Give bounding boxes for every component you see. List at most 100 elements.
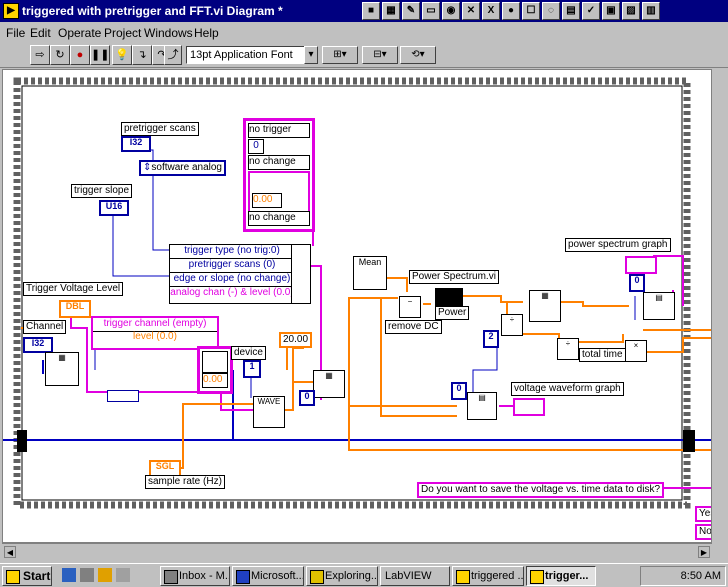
step-into-icon[interactable]: ↴ <box>132 45 152 65</box>
edit-icon[interactable]: ▤ <box>562 2 580 20</box>
device-constant[interactable]: 1 <box>243 360 261 378</box>
trigger-slope-terminal[interactable]: U16 <box>99 200 129 216</box>
clock-time: 8:50 AM <box>680 570 721 582</box>
ring-constant[interactable] <box>107 390 139 402</box>
build-array-node-2[interactable]: ▦ <box>529 290 561 322</box>
bundle-node-3[interactable]: ▤ <box>467 392 497 420</box>
start-button[interactable]: Start <box>2 566 52 586</box>
folder-icon[interactable]: ▭ <box>422 2 440 20</box>
level-indicator[interactable]: 0.00 <box>197 346 233 394</box>
pause-icon[interactable]: ❚❚ <box>90 45 110 65</box>
task-trigger-active[interactable]: trigger... <box>526 566 596 586</box>
abort-icon[interactable]: ● <box>70 45 90 65</box>
save-question-string[interactable]: Do you want to save the voltage vs. time… <box>417 482 665 498</box>
shift-register-left[interactable] <box>17 430 27 452</box>
task-microsoft-label: Microsoft... <box>251 570 304 582</box>
font-dropdown-arrow-icon[interactable]: ▾ <box>304 46 318 64</box>
scroll-right-arrow-icon[interactable]: ▶ <box>698 546 710 558</box>
app-icon-1[interactable]: ■ <box>362 2 380 20</box>
bundle-node[interactable] <box>291 244 311 304</box>
divide-node[interactable]: ÷ <box>501 314 523 336</box>
outlook-icon[interactable] <box>80 568 94 582</box>
yes-constant[interactable]: Yes <box>695 506 711 522</box>
x-icon[interactable]: ✕ <box>462 2 480 20</box>
task-inbox[interactable]: Inbox - M... <box>160 566 230 586</box>
menu-bar: File Edit Operate Project Windows Help <box>0 22 728 42</box>
word-icon <box>236 570 250 584</box>
trigger-slope-label: trigger slope <box>71 184 133 198</box>
task-trigger-label: trigger... <box>545 570 589 582</box>
trigger-voltage-level-terminal[interactable]: DBL <box>59 300 91 318</box>
app-icon-3[interactable]: ✎ <box>402 2 420 20</box>
zero-constant-2[interactable]: 0 <box>629 274 645 292</box>
trigger-row-type: trigger type (no trig:0) <box>170 245 294 259</box>
globe-icon[interactable]: ◌ <box>542 2 560 20</box>
check-icon[interactable]: ✓ <box>582 2 600 20</box>
task-exploring[interactable]: Exploring... <box>306 566 378 586</box>
two-constant[interactable]: 2 <box>483 330 499 348</box>
excel-icon[interactable]: X <box>482 2 500 20</box>
doc-icon[interactable]: ☐ <box>522 2 540 20</box>
divide-node-2[interactable]: ÷ <box>557 338 579 360</box>
horizontal-scrollbar[interactable]: ◀ ▶ <box>2 543 712 559</box>
reorder-dropdown[interactable]: ⟲▾ <box>400 46 436 64</box>
ai-waveform-scan-node[interactable]: WAVE <box>253 396 285 428</box>
multiply-node[interactable]: × <box>625 340 647 362</box>
menu-operate[interactable]: Operate <box>58 26 101 40</box>
shift-register-right[interactable] <box>683 430 695 452</box>
menu-edit[interactable]: Edit <box>30 26 51 40</box>
menu-help[interactable]: Help <box>194 26 219 40</box>
grid-icon[interactable]: ▥ <box>642 2 660 20</box>
channel-cluster[interactable]: trigger channel (empty) level (0.0) <box>91 316 219 350</box>
menu-project[interactable]: Project <box>104 26 141 40</box>
channel-icon[interactable] <box>116 568 130 582</box>
system-tray-clock[interactable]: 8:50 AM <box>640 566 726 586</box>
channel-terminal[interactable]: I32 <box>23 337 53 353</box>
run-arrow-icon[interactable]: ⇨ <box>30 45 50 65</box>
subtract-node[interactable]: − <box>399 296 421 318</box>
align-dropdown[interactable]: ⊞▾ <box>322 46 358 64</box>
remove-dc-label: remove DC <box>385 320 442 334</box>
power-spectrum-graph-label: power spectrum graph <box>565 238 671 252</box>
desktop-icon[interactable] <box>98 568 112 582</box>
channel-subvi-icon[interactable]: ▦ <box>45 352 79 386</box>
pretrigger-scans-label: pretrigger scans <box>121 122 199 136</box>
level-indicator-box <box>202 351 228 373</box>
bundle-node-2[interactable]: ▤ <box>643 292 675 320</box>
task-triggered-label: triggered ... <box>471 570 524 582</box>
font-select[interactable]: 13pt Application Font <box>186 46 318 64</box>
software-analog-constant[interactable]: ⇕software analog <box>139 160 226 176</box>
trigger-cluster[interactable]: trigger type (no trig:0) pretrigger scan… <box>169 244 295 304</box>
scroll-left-arrow-icon[interactable]: ◀ <box>4 546 16 558</box>
task-triggered[interactable]: triggered ... <box>452 566 524 586</box>
circle-icon[interactable]: ● <box>502 2 520 20</box>
ie-icon[interactable] <box>62 568 76 582</box>
title-bar: ▶ triggered with pretrigger and FFT.vi D… <box>0 0 728 22</box>
mean-vi[interactable]: Mean <box>353 256 387 290</box>
power-spectrum-graph-terminal[interactable] <box>625 256 657 274</box>
zero-constant-1[interactable]: 0 <box>299 390 315 406</box>
build-array-node[interactable]: ▦ <box>313 370 345 398</box>
step-out-icon[interactable]: ⤴ <box>164 45 182 65</box>
task-labview[interactable]: LabVIEW <box>380 566 450 586</box>
search-icon[interactable]: ◉ <box>442 2 460 20</box>
image-icon[interactable]: ▨ <box>622 2 640 20</box>
app-icon-2[interactable]: ▦ <box>382 2 400 20</box>
trigger-settings-stack[interactable]: no trigger 0 no change 0.00 no change <box>243 118 315 232</box>
channel-label: Channel <box>23 320 67 334</box>
run-continuous-icon[interactable]: ↻ <box>50 45 70 65</box>
distribute-dropdown[interactable]: ⊟▾ <box>362 46 398 64</box>
menu-file[interactable]: File <box>6 26 25 40</box>
block-diagram[interactable]: pretrigger scans I32 ⇕software analog tr… <box>2 69 712 543</box>
twenty-constant[interactable]: 20.00 <box>279 332 313 348</box>
zero-constant-3[interactable]: 0 <box>451 382 467 400</box>
no-constant[interactable]: No <box>695 524 711 540</box>
menu-windows[interactable]: Windows <box>144 26 193 40</box>
task-microsoft[interactable]: Microsoft... <box>232 566 304 586</box>
box-icon[interactable]: ▣ <box>602 2 620 20</box>
pretrigger-scans-terminal[interactable]: I32 <box>121 136 151 152</box>
voltage-waveform-graph-terminal[interactable] <box>513 398 545 416</box>
stack-zero: 0 <box>248 139 264 154</box>
highlight-icon[interactable]: 💡 <box>112 45 132 65</box>
vertical-scrollbar[interactable] <box>712 69 728 543</box>
